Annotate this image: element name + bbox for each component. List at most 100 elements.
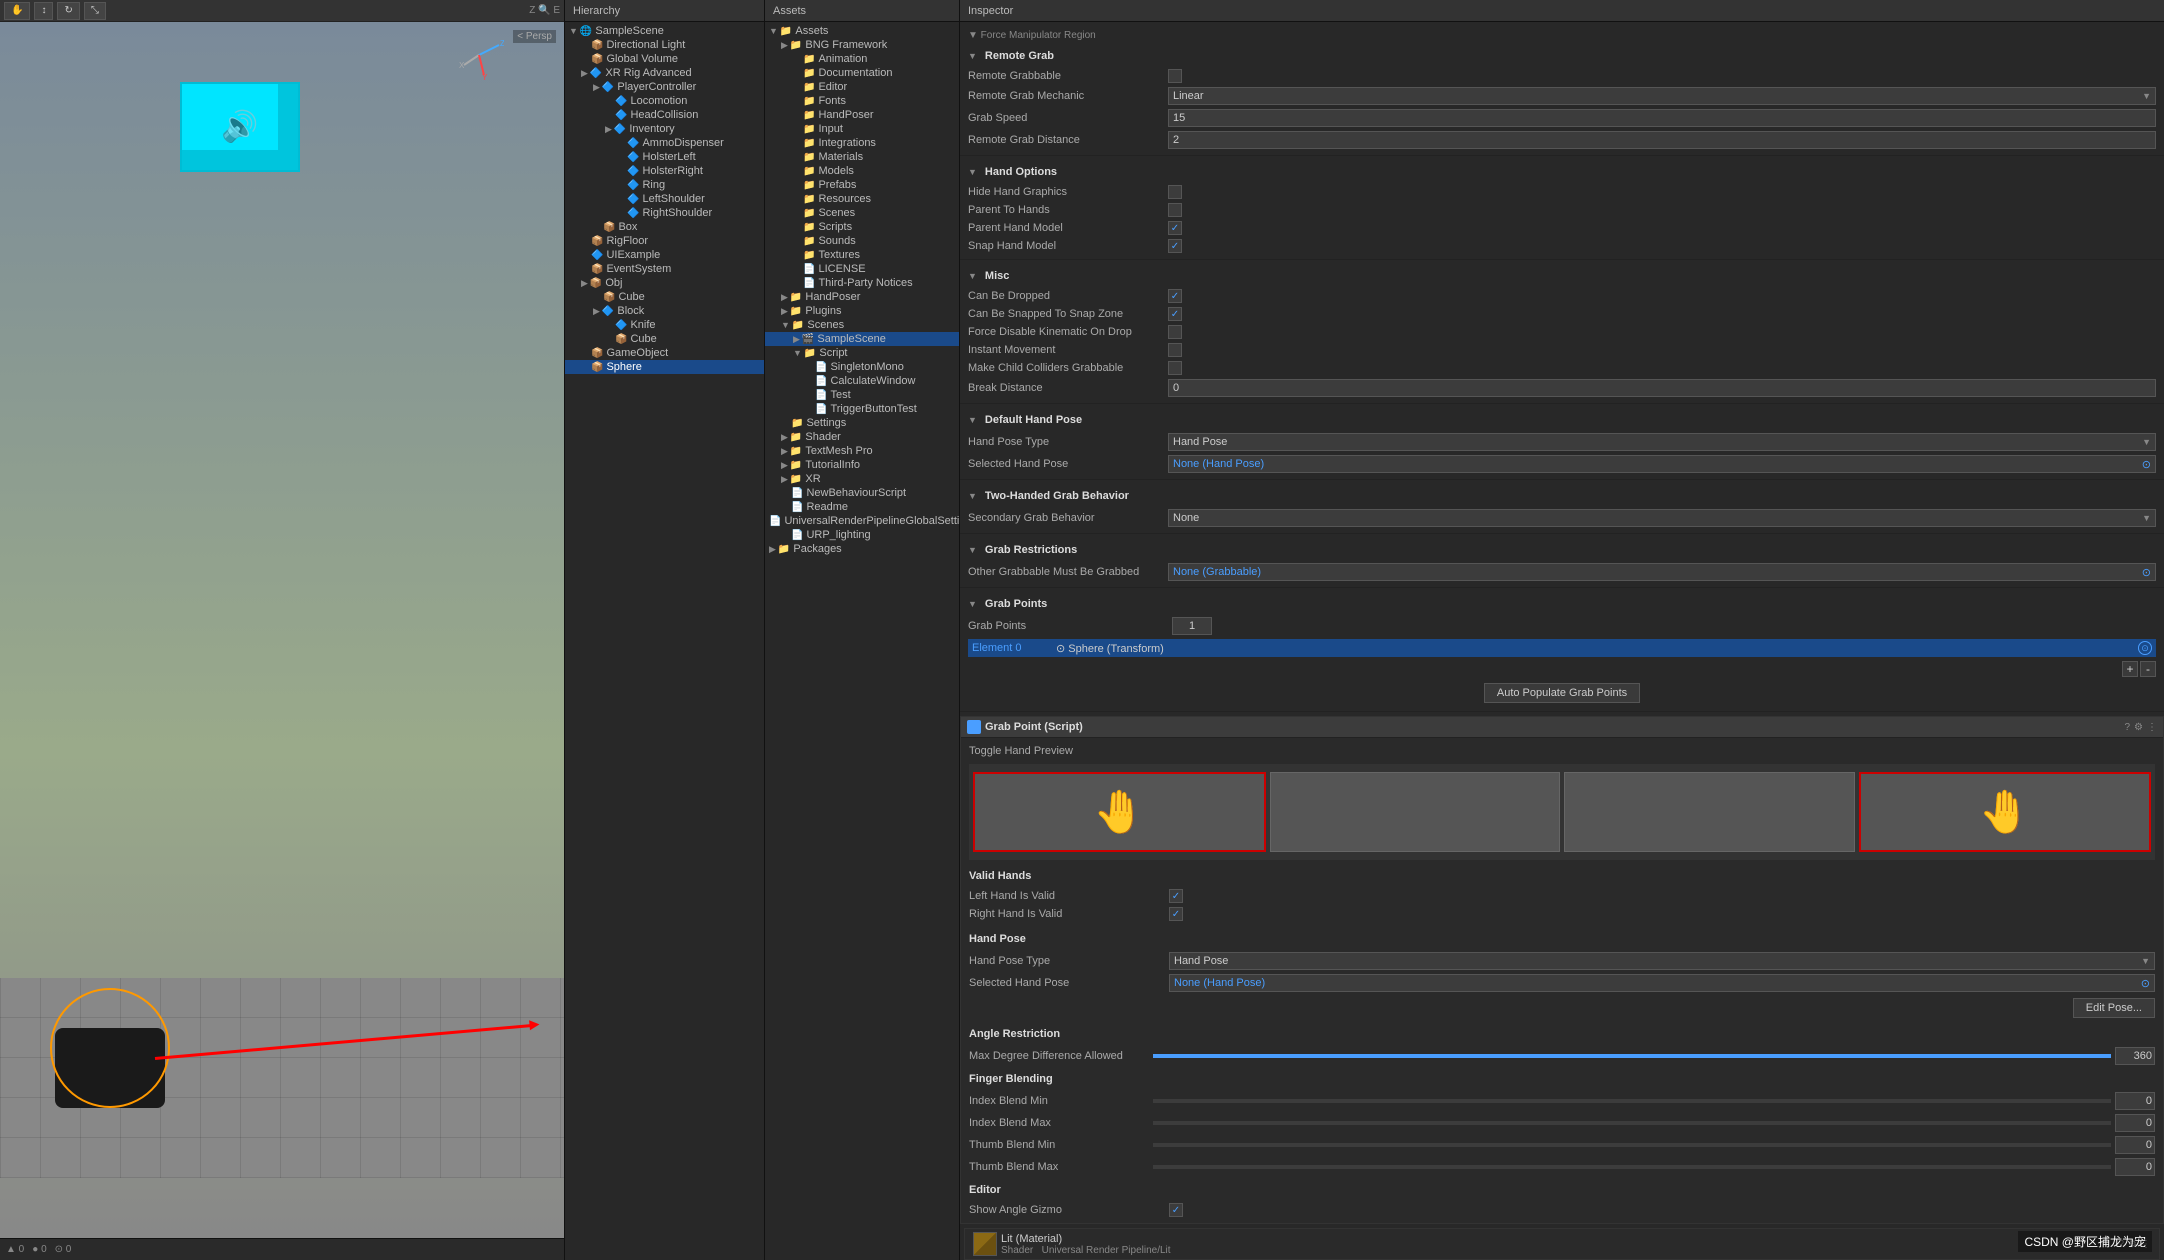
assets-item-bng[interactable]: ▶📁BNG Framework — [765, 38, 959, 52]
assets-item-shader[interactable]: ▶📁Shader — [765, 430, 959, 444]
two-handed-header[interactable]: Two-Handed Grab Behavior — [968, 484, 2156, 507]
secondary-grab-dropdown[interactable]: None ▼ — [1168, 509, 2156, 527]
hierarchy-item-ring[interactable]: 🔷Ring — [565, 178, 764, 192]
hierarchy-item-inventory[interactable]: ▶🔷Inventory — [565, 122, 764, 136]
parent-to-hands-check[interactable] — [1168, 203, 1182, 217]
hierarchy-content[interactable]: ▼🌐SampleScene📦Directional Light📦Global V… — [565, 22, 764, 1260]
hierarchy-item-sphere[interactable]: 📦Sphere — [565, 360, 764, 374]
grab-restrictions-header[interactable]: Grab Restrictions — [968, 538, 2156, 561]
assets-item-scripts[interactable]: 📁Scripts — [765, 220, 959, 234]
assets-item-handposer[interactable]: 📁HandPoser — [765, 108, 959, 122]
hierarchy-item-holsterright[interactable]: 🔷HolsterRight — [565, 164, 764, 178]
inspector-content[interactable]: ▼ Force Manipulator Region Remote Grab R… — [960, 22, 2164, 1260]
hierarchy-item-xrrig[interactable]: ▶🔷XR Rig Advanced — [565, 66, 764, 80]
assets-item-fonts[interactable]: 📁Fonts — [765, 94, 959, 108]
hierarchy-item-obj[interactable]: ▶📦Obj — [565, 276, 764, 290]
index-blend-max-slider[interactable] — [1153, 1121, 2111, 1125]
gps-menu-btn[interactable]: ⋮ — [2147, 722, 2157, 733]
assets-item-readme[interactable]: 📄Readme — [765, 500, 959, 514]
grab-points-header[interactable]: Grab Points — [968, 592, 2156, 615]
hierarchy-item-eventsystem[interactable]: 📦EventSystem — [565, 262, 764, 276]
index-blend-min-input[interactable] — [2115, 1092, 2155, 1110]
instant-movement-check[interactable] — [1168, 343, 1182, 357]
snap-hand-model-check[interactable] — [1168, 239, 1182, 253]
gps-hand-pose-type-dropdown[interactable]: Hand Pose ▼ — [1169, 952, 2155, 970]
assets-item-tutorialinfo[interactable]: ▶📁TutorialInfo — [765, 458, 959, 472]
hand-pose-type-dropdown[interactable]: Hand Pose ▼ — [1168, 433, 2156, 451]
assets-item-textures[interactable]: 📁Textures — [765, 248, 959, 262]
hierarchy-item-box[interactable]: 📦Box — [565, 220, 764, 234]
assets-item-models[interactable]: 📁Models — [765, 164, 959, 178]
hierarchy-item-gameobject[interactable]: 📦GameObject — [565, 346, 764, 360]
break-distance-input[interactable] — [1168, 379, 2156, 397]
hierarchy-item-rigfloor[interactable]: 📦RigFloor — [565, 234, 764, 248]
add-element-btn[interactable]: + — [2122, 661, 2138, 677]
hand-preview-left-empty[interactable] — [1270, 772, 1561, 852]
hand-tool-btn[interactable]: ✋ — [4, 2, 30, 20]
assets-item-assets[interactable]: ▼📁Assets — [765, 24, 959, 38]
assets-item-plugins[interactable]: ▶📁Plugins — [765, 304, 959, 318]
remote-grab-distance-input[interactable] — [1168, 131, 2156, 149]
gps-selected-hand-pose-field[interactable]: None (Hand Pose) ⊙ — [1169, 974, 2155, 992]
hierarchy-item-rightshoulder[interactable]: 🔷RightShoulder — [565, 206, 764, 220]
hierarchy-item-directional[interactable]: 📦Directional Light — [565, 38, 764, 52]
thumb-blend-max-slider[interactable] — [1153, 1165, 2111, 1169]
can-be-dropped-check[interactable] — [1168, 289, 1182, 303]
show-angle-gizmo-check[interactable] — [1169, 1203, 1183, 1217]
grab-speed-input[interactable] — [1168, 109, 2156, 127]
assets-item-input[interactable]: 📁Input — [765, 122, 959, 136]
hierarchy-item-globalvol[interactable]: 📦Global Volume — [565, 52, 764, 66]
index-blend-min-slider[interactable] — [1153, 1099, 2111, 1103]
left-hand-valid-check[interactable] — [1169, 889, 1183, 903]
assets-item-urppipeline[interactable]: 📄UniversalRenderPipelineGlobalSettings — [765, 514, 959, 528]
gps-settings-btn[interactable]: ⚙ — [2134, 722, 2143, 733]
assets-item-settings[interactable]: 📁Settings — [765, 416, 959, 430]
hierarchy-item-leftshoulder[interactable]: 🔷LeftShoulder — [565, 192, 764, 206]
hierarchy-item-cube2[interactable]: 📦Cube — [565, 332, 764, 346]
scene-view[interactable]: ✋ ↕ ↻ ⤡ Z 🔍 E 🔊 — [0, 0, 565, 1260]
assets-item-newbehaviourscript[interactable]: 📄NewBehaviourScript — [765, 486, 959, 500]
thumb-blend-min-input[interactable] — [2115, 1136, 2155, 1154]
element-0-select-btn[interactable]: ⊙ — [2138, 641, 2152, 655]
assets-item-xr[interactable]: ▶📁XR — [765, 472, 959, 486]
hierarchy-item-knife[interactable]: 🔷Knife — [565, 318, 764, 332]
move-tool-btn[interactable]: ↕ — [34, 2, 53, 20]
hierarchy-item-holsterleft[interactable]: 🔷HolsterLeft — [565, 150, 764, 164]
scale-tool-btn[interactable]: ⤡ — [84, 2, 106, 20]
assets-item-integrations[interactable]: 📁Integrations — [765, 136, 959, 150]
assets-item-thirdparty[interactable]: 📄Third-Party Notices — [765, 276, 959, 290]
hand-preview-right-empty[interactable] — [1564, 772, 1855, 852]
make-child-check[interactable] — [1168, 361, 1182, 375]
assets-item-license[interactable]: 📄LICENSE — [765, 262, 959, 276]
assets-item-textmeshpro[interactable]: ▶📁TextMesh Pro — [765, 444, 959, 458]
hierarchy-item-playerctrl[interactable]: ▶🔷PlayerController — [565, 80, 764, 94]
assets-item-handposer2[interactable]: ▶📁HandPoser — [765, 290, 959, 304]
other-grabbable-field[interactable]: None (Grabbable) ⊙ — [1168, 563, 2156, 581]
max-degree-slider[interactable] — [1153, 1054, 2111, 1058]
hierarchy-item-uiexample[interactable]: 🔷UIExample — [565, 248, 764, 262]
edit-pose-btn[interactable]: Edit Pose... — [2073, 998, 2155, 1018]
default-hand-pose-header[interactable]: Default Hand Pose — [968, 408, 2156, 431]
assets-item-test[interactable]: 📄Test — [765, 388, 959, 402]
remote-grab-mechanic-dropdown[interactable]: Linear ▼ — [1168, 87, 2156, 105]
hierarchy-item-ammodb[interactable]: 🔷AmmoDispenser — [565, 136, 764, 150]
assets-item-singletonmono[interactable]: 📄SingletonMono — [765, 360, 959, 374]
misc-header[interactable]: Misc — [968, 264, 2156, 287]
assets-item-prefabs[interactable]: 📁Prefabs — [765, 178, 959, 192]
assets-item-packages[interactable]: ▶📁Packages — [765, 542, 959, 556]
rotate-tool-btn[interactable]: ↻ — [57, 2, 79, 20]
force-disable-check[interactable] — [1168, 325, 1182, 339]
assets-item-resources[interactable]: 📁Resources — [765, 192, 959, 206]
gps-help-btn[interactable]: ? — [2124, 722, 2130, 733]
assets-content[interactable]: ▼📁Assets▶📁BNG Framework📁Animation📁Docume… — [765, 22, 959, 1260]
remote-grab-header[interactable]: Remote Grab — [968, 44, 2156, 67]
assets-item-urplighting[interactable]: 📄URP_lighting — [765, 528, 959, 542]
hand-preview-right[interactable]: 🤚 — [1859, 772, 2152, 852]
hierarchy-item-samplescene[interactable]: ▼🌐SampleScene — [565, 24, 764, 38]
selected-hand-pose-field[interactable]: None (Hand Pose) ⊙ — [1168, 455, 2156, 473]
can-be-snapped-check[interactable] — [1168, 307, 1182, 321]
assets-item-materials[interactable]: 📁Materials — [765, 150, 959, 164]
right-hand-valid-check[interactable] — [1169, 907, 1183, 921]
assets-item-samplescene2[interactable]: ▶🎬SampleScene — [765, 332, 959, 346]
assets-item-triggerbtntest[interactable]: 📄TriggerButtonTest — [765, 402, 959, 416]
